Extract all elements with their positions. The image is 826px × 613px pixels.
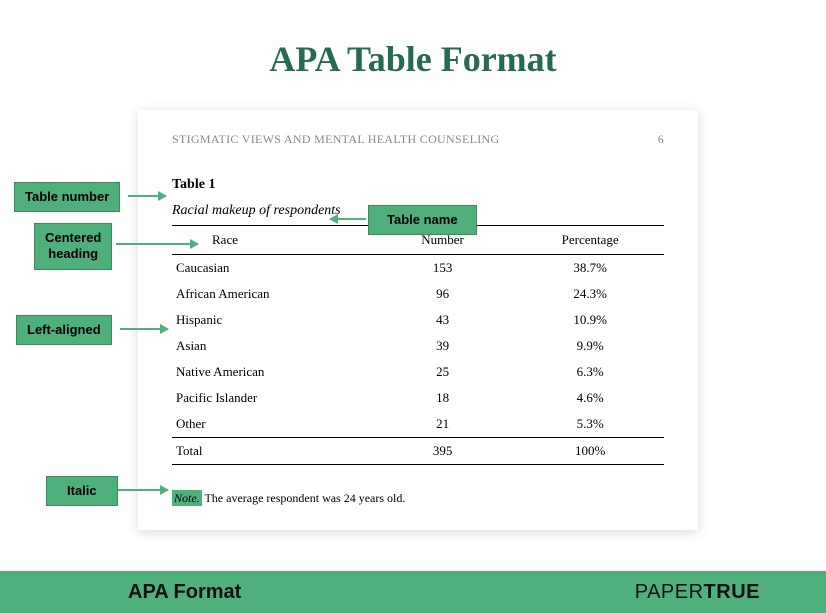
callout-table-name: Table name xyxy=(368,205,477,235)
note-text: The average respondent was 24 years old. xyxy=(202,491,406,505)
running-head-text: STIGMATIC VIEWS AND MENTAL HEALTH COUNSE… xyxy=(172,132,499,147)
cell-percentage: 10.9% xyxy=(516,307,664,333)
table-total-row: Total 395 100% xyxy=(172,438,664,465)
table-row: African American 96 24.3% xyxy=(172,281,664,307)
cell-number: 153 xyxy=(369,255,517,282)
cell-number: 43 xyxy=(369,307,517,333)
footer-bar: APA Format PAPERTRUE xyxy=(0,571,826,613)
cell-race: Other xyxy=(172,411,369,438)
document-card: STIGMATIC VIEWS AND MENTAL HEALTH COUNSE… xyxy=(138,110,698,530)
table-row: Caucasian 153 38.7% xyxy=(172,255,664,282)
cell-percentage: 9.9% xyxy=(516,333,664,359)
cell-race: Hispanic xyxy=(172,307,369,333)
brand-part-light: PAPER xyxy=(635,581,704,603)
table-row: Pacific Islander 18 4.6% xyxy=(172,385,664,411)
cell-total-number: 395 xyxy=(369,438,517,465)
note-label: Note. xyxy=(172,490,202,506)
arrow-icon xyxy=(128,195,166,197)
table-row: Other 21 5.3% xyxy=(172,411,664,438)
arrow-icon xyxy=(120,328,168,330)
arrow-icon xyxy=(116,243,198,245)
cell-number: 96 xyxy=(369,281,517,307)
table-row: Native American 25 6.3% xyxy=(172,359,664,385)
arrow-icon xyxy=(118,489,168,491)
table-body: Caucasian 153 38.7% African American 96 … xyxy=(172,255,664,465)
cell-race: African American xyxy=(172,281,369,307)
cell-race: Asian xyxy=(172,333,369,359)
cell-race: Pacific Islander xyxy=(172,385,369,411)
cell-number: 39 xyxy=(369,333,517,359)
apa-table: Race Number Percentage Caucasian 153 38.… xyxy=(172,225,664,465)
footer-title: APA Format xyxy=(128,581,241,604)
cell-race: Native American xyxy=(172,359,369,385)
brand-logo: PAPERTRUE xyxy=(635,581,760,604)
cell-number: 18 xyxy=(369,385,517,411)
table-row: Hispanic 43 10.9% xyxy=(172,307,664,333)
cell-total-label: Total xyxy=(172,438,369,465)
running-head-row: STIGMATIC VIEWS AND MENTAL HEALTH COUNSE… xyxy=(172,132,664,147)
table-row: Asian 39 9.9% xyxy=(172,333,664,359)
cell-race: Caucasian xyxy=(172,255,369,282)
table-number-label: Table 1 xyxy=(172,177,664,193)
cell-percentage: 24.3% xyxy=(516,281,664,307)
cell-number: 21 xyxy=(369,411,517,438)
col-header-race: Race xyxy=(172,226,369,255)
callout-centered-heading: Centered heading xyxy=(34,223,112,270)
cell-percentage: 38.7% xyxy=(516,255,664,282)
arrow-icon xyxy=(330,218,366,220)
cell-percentage: 5.3% xyxy=(516,411,664,438)
cell-total-percentage: 100% xyxy=(516,438,664,465)
brand-part-bold: TRUE xyxy=(704,581,760,603)
cell-number: 25 xyxy=(369,359,517,385)
callout-left-aligned: Left-aligned xyxy=(16,315,112,345)
page-title: APA Table Format xyxy=(0,0,826,98)
table-note: Note. The average respondent was 24 year… xyxy=(172,491,664,506)
cell-percentage: 6.3% xyxy=(516,359,664,385)
callout-italic: Italic xyxy=(46,476,118,506)
callout-table-number: Table number xyxy=(14,182,120,212)
cell-percentage: 4.6% xyxy=(516,385,664,411)
page-number: 6 xyxy=(658,132,664,147)
col-header-percentage: Percentage xyxy=(516,226,664,255)
